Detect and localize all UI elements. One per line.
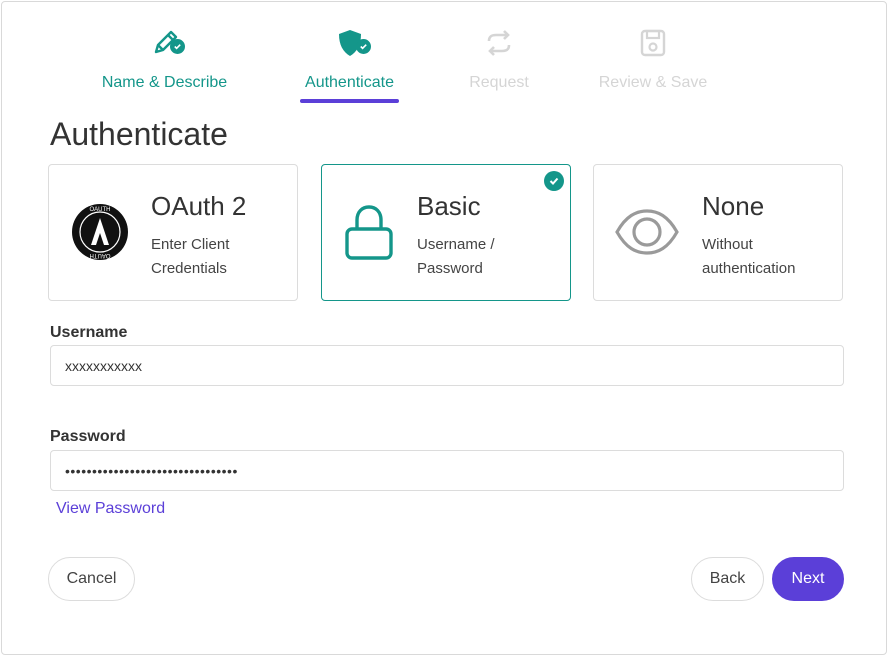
username-label: Username [50, 324, 128, 341]
step-complete-check-icon [356, 39, 371, 54]
oauth-logo-icon: OAUTH OAUTH [72, 204, 128, 260]
svg-text:OAUTH: OAUTH [90, 207, 111, 213]
eye-icon [615, 209, 679, 255]
page-title: Authenticate [50, 116, 228, 152]
step-authenticate[interactable]: Authenticate [300, 26, 399, 103]
auth-option-description: Username / Password [417, 236, 495, 277]
step-label: Name & Describe [101, 74, 228, 91]
auth-option-oauth2[interactable]: OAUTH OAUTH OAuth 2 Enter Client Credent… [48, 164, 298, 301]
step-label: Request [469, 74, 529, 91]
lock-icon [345, 205, 393, 260]
back-button[interactable]: Back [691, 557, 764, 601]
step-name-describe[interactable]: Name & Describe [98, 26, 231, 92]
auth-option-title: Basic [417, 191, 481, 221]
auth-option-title: OAuth 2 [151, 191, 247, 221]
auth-option-description: Without authentication [702, 236, 796, 277]
auth-option-basic[interactable]: Basic Username / Password [321, 164, 571, 301]
active-step-underline [300, 99, 399, 103]
step-complete-check-icon [170, 39, 185, 54]
selected-check-icon [544, 171, 564, 191]
auth-option-none[interactable]: None Without authentication [593, 164, 843, 301]
password-input[interactable] [50, 450, 844, 491]
view-password-link[interactable]: View Password [56, 500, 165, 518]
next-button[interactable]: Next [772, 557, 844, 601]
step-label: Review & Save [598, 74, 708, 91]
svg-text:OAUTH: OAUTH [90, 252, 111, 258]
step-label: Authenticate [305, 74, 394, 91]
step-request[interactable]: Request [468, 26, 530, 92]
wizard-panel: Name & Describe Authenticate Request Rev… [1, 1, 887, 655]
auth-option-title: None [702, 191, 765, 221]
auth-option-description: Enter Client Credentials [151, 236, 230, 277]
password-label: Password [50, 428, 126, 445]
arrows-exchange-icon [487, 30, 511, 56]
step-review-save[interactable]: Review & Save [598, 26, 708, 92]
save-icon [640, 29, 666, 57]
username-input[interactable] [50, 345, 844, 386]
cancel-button[interactable]: Cancel [48, 557, 135, 601]
